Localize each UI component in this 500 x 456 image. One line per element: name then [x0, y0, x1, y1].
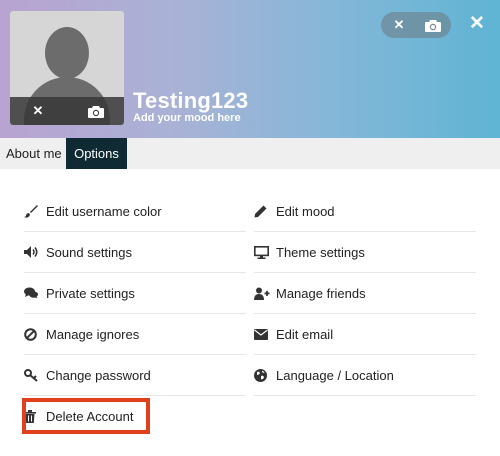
manage-ignores-option[interactable]: Manage ignores	[24, 314, 246, 355]
monitor-icon	[254, 245, 276, 259]
options-column-left: Edit username color Sound settings Priva…	[24, 191, 246, 437]
option-label: Manage friends	[276, 285, 366, 301]
trash-icon	[24, 410, 46, 423]
change-password-option[interactable]: Change password	[24, 355, 246, 396]
option-label: Edit email	[276, 326, 334, 342]
globe-icon	[254, 368, 276, 382]
option-label: Sound settings	[46, 244, 133, 260]
edit-mood-option[interactable]: Edit mood	[254, 191, 476, 232]
mood-text[interactable]: Add your mood here	[133, 112, 241, 124]
volume-icon	[24, 246, 46, 258]
avatar-toolbar: ✕	[10, 97, 124, 125]
manage-friends-option[interactable]: Manage friends	[254, 273, 476, 314]
close-panel-icon[interactable]: ✕	[466, 12, 488, 34]
remove-cover-close-icon[interactable]: ✕	[389, 15, 409, 35]
key-icon	[24, 368, 46, 382]
comments-icon	[24, 287, 46, 299]
ban-icon	[24, 327, 46, 341]
option-label: Theme settings	[276, 244, 365, 260]
tab-bar: About me Options	[0, 138, 500, 169]
avatar: ✕	[10, 11, 124, 125]
options-column-right: Edit mood Theme settings Manage friends …	[254, 191, 476, 396]
remove-avatar-close-icon[interactable]: ✕	[28, 101, 48, 121]
option-label: Change password	[46, 367, 151, 383]
cover-controls: ✕	[381, 12, 451, 38]
option-label: Edit username color	[46, 203, 162, 219]
avatar-placeholder-head	[45, 27, 89, 79]
option-label: Delete Account	[46, 409, 134, 424]
delete-account-option[interactable]: Delete Account	[24, 396, 246, 437]
pencil-icon	[254, 205, 276, 218]
brush-icon	[24, 204, 46, 218]
change-cover-camera-icon[interactable]	[421, 15, 445, 35]
username: Testing123	[133, 88, 249, 113]
sound-settings-option[interactable]: Sound settings	[24, 232, 246, 273]
edit-email-option[interactable]: Edit email	[254, 314, 476, 355]
theme-settings-option[interactable]: Theme settings	[254, 232, 476, 273]
edit-username-color-option[interactable]: Edit username color	[24, 191, 246, 232]
change-avatar-camera-icon[interactable]	[84, 101, 108, 121]
option-label: Edit mood	[276, 203, 335, 219]
user-plus-icon	[254, 287, 276, 300]
option-label: Manage ignores	[46, 326, 140, 342]
profile-header: ✕ Testing123 Add your mood here ✕ ✕	[0, 0, 500, 138]
private-settings-option[interactable]: Private settings	[24, 273, 246, 314]
option-label: Language / Location	[276, 367, 394, 383]
envelope-icon	[254, 328, 276, 340]
tab-about-me[interactable]: About me	[0, 138, 66, 169]
option-label: Private settings	[46, 285, 135, 301]
language-location-option[interactable]: Language / Location	[254, 355, 476, 396]
tab-options[interactable]: Options	[66, 138, 127, 169]
